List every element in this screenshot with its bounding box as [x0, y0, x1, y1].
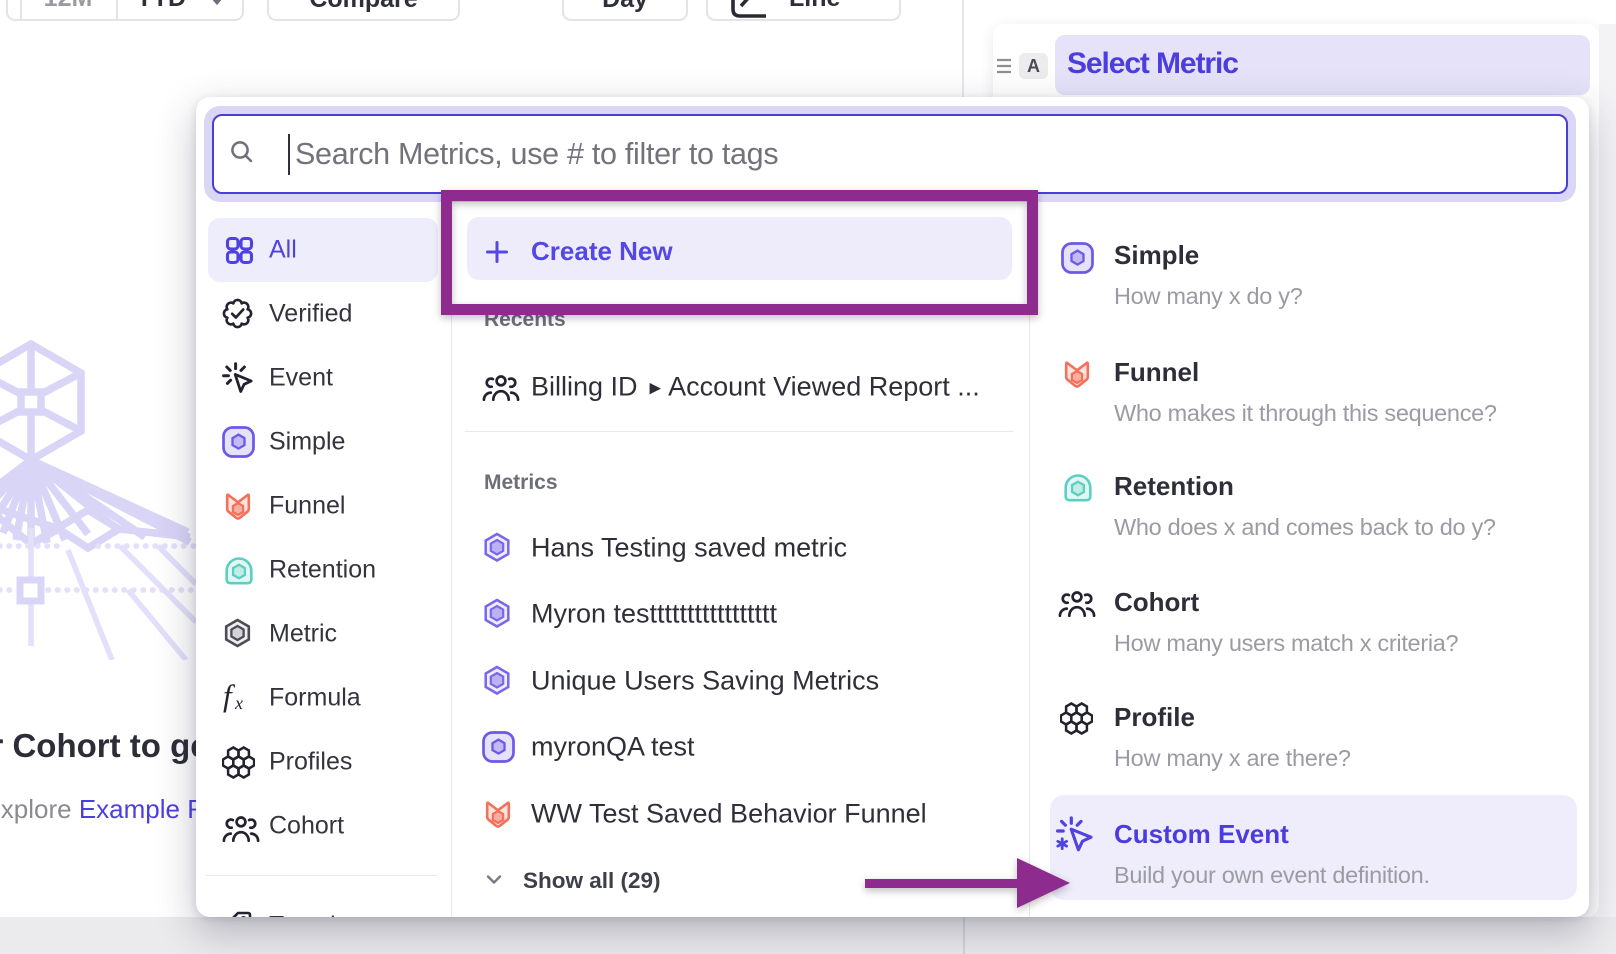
svg-text:x: x: [234, 693, 243, 713]
